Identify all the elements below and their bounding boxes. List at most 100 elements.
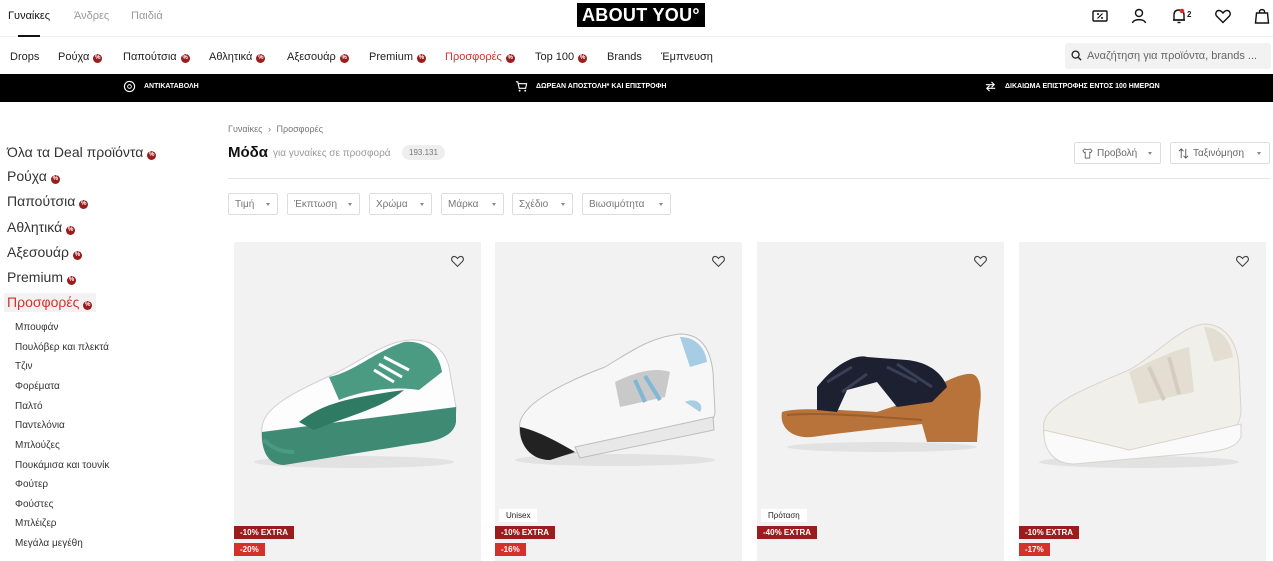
filter-brand[interactable]: Μάρκα xyxy=(441,193,504,215)
platform-sandal-image xyxy=(781,356,981,452)
subcategory-coats[interactable]: Παλτό xyxy=(15,401,43,412)
percent-icon: % xyxy=(147,151,157,160)
cart-icon xyxy=(515,81,528,92)
sidebar-item-accessories[interactable]: Αξεσουάρ% xyxy=(7,244,82,260)
product-card[interactable]: Unisex -10% EXTRA -16% xyxy=(495,242,742,561)
gender-tab-kids[interactable]: Παιδιά xyxy=(131,10,163,22)
subcategory-knitwear[interactable]: Πουλόβερ και πλεκτά xyxy=(15,342,109,353)
search-input[interactable]: Αναζήτηση για προϊόντα, brands ... xyxy=(1065,43,1271,69)
subcategory-sweatshirts[interactable]: Φούτερ xyxy=(15,479,48,490)
discount-icon[interactable] xyxy=(1091,7,1109,25)
sort-label: Ταξινόμηση xyxy=(1193,148,1245,159)
nav-accessories[interactable]: Αξεσουάρ% xyxy=(287,51,349,63)
wishlist-heart-icon[interactable] xyxy=(711,254,726,268)
chevron-down-icon xyxy=(348,203,352,206)
subcategory-plus-size[interactable]: Μεγάλα μεγέθη xyxy=(15,538,83,549)
extra-discount-tag: -40% EXTRA xyxy=(757,526,818,539)
nav-clothes[interactable]: Ρούχα% xyxy=(58,51,103,63)
gender-tab-men[interactable]: Άνδρες xyxy=(74,10,109,22)
sidebar-item-sports[interactable]: Αθλητικά% xyxy=(7,219,76,235)
nav-premium-label: Premium xyxy=(369,51,414,63)
extra-discount-tag: -10% EXTRA xyxy=(495,526,556,539)
discount-tag: -17% xyxy=(1019,543,1050,556)
cream-chunky-sneaker-image xyxy=(1039,323,1242,468)
product-card[interactable]: -10% EXTRA -20% xyxy=(234,242,481,561)
about-you-logo[interactable]: ABOUT YOU° xyxy=(577,3,705,27)
bag-icon[interactable] xyxy=(1253,7,1271,25)
percent-icon: % xyxy=(93,54,103,63)
sidebar-item-label: Αθλητικά xyxy=(7,219,63,235)
banner-cod: ΑΝΤΙΚΑΤΑΒΟΛΗ xyxy=(123,80,199,93)
filter-pattern[interactable]: Σχέδιο xyxy=(512,193,573,215)
green-white-sneaker-image xyxy=(254,339,457,468)
extra-discount-tag: -10% EXTRA xyxy=(234,526,295,539)
sidebar-item-offers[interactable]: Προσφορές% xyxy=(4,293,97,312)
nav-accessories-label: Αξεσουάρ xyxy=(287,51,336,63)
chevron-down-icon xyxy=(1257,152,1261,155)
nav-top100[interactable]: Top 100% xyxy=(535,51,588,63)
product-card[interactable]: Πρόταση -40% EXTRA xyxy=(757,242,1004,561)
banner-returns: ΔΙΚΑΙΩΜΑ ΕΠΙΣΤΡΟΦΗΣ ΕΝΤΟΣ 100 ΗΜΕΡΩΝ xyxy=(985,81,1160,92)
sidebar-item-clothes[interactable]: Ρούχα% xyxy=(7,168,60,184)
cash-icon xyxy=(123,80,136,93)
silver-running-sneaker-image xyxy=(515,333,716,466)
discount-tag: -16% xyxy=(495,543,526,556)
subcategory-trousers[interactable]: Παντελόνια xyxy=(15,420,65,431)
banner-free-shipping-text: ΔΩΡΕΑΝ ΑΠΟΣΤΟΛΗ* ΚΑΙ ΕΠΙΣΤΡΟΦΗ xyxy=(536,83,667,90)
percent-icon: % xyxy=(578,54,588,63)
nav-offers[interactable]: Προσφορές% xyxy=(445,51,515,63)
user-icon[interactable] xyxy=(1130,7,1148,25)
wishlist-heart-icon[interactable] xyxy=(450,254,465,268)
nav-shoes[interactable]: Παπούτσια% xyxy=(123,51,190,63)
wishlist-heart-icon[interactable] xyxy=(1235,254,1250,268)
subcategory-jeans[interactable]: Τζιν xyxy=(15,361,33,372)
subcategory-blazers[interactable]: Μπλέιζερ xyxy=(15,518,56,529)
filter-label: Τιμή xyxy=(235,199,255,210)
subcategory-skirts[interactable]: Φούστες xyxy=(15,499,53,510)
subcategory-shirts[interactable]: Πουκάμισα και τουνίκ xyxy=(15,460,109,471)
nav-sports-label: Αθλητικά xyxy=(209,51,253,63)
percent-icon: % xyxy=(79,200,89,209)
subcategory-jackets[interactable]: Μπουφάν xyxy=(15,322,58,333)
nav-inspiration[interactable]: Έμπνευση xyxy=(661,51,713,63)
breadcrumb-home[interactable]: Γυναίκες xyxy=(228,124,262,134)
nav-top100-label: Top 100 xyxy=(535,51,575,63)
breadcrumb: Γυναίκες › Προσφορές xyxy=(228,124,323,134)
search-placeholder: Αναζήτηση για προϊόντα, brands ... xyxy=(1087,50,1258,62)
sidebar-item-label: Premium xyxy=(7,269,64,285)
nav-drops[interactable]: Drops xyxy=(10,51,39,63)
heart-icon[interactable] xyxy=(1214,7,1232,25)
chevron-down-icon xyxy=(266,203,270,206)
nav-clothes-label: Ρούχα xyxy=(58,51,90,63)
sort-button[interactable]: Ταξινόμηση xyxy=(1170,142,1270,164)
nav-premium[interactable]: Premium% xyxy=(369,51,427,63)
banner-free-shipping: ΔΩΡΕΑΝ ΑΠΟΣΤΟΛΗ* ΚΑΙ ΕΠΙΣΤΡΟΦΗ xyxy=(515,81,667,92)
sidebar-item-premium[interactable]: Premium% xyxy=(7,269,77,285)
nav-sports[interactable]: Αθλητικά% xyxy=(209,51,266,63)
sidebar-item-label: Όλα τα Deal προϊόντα xyxy=(7,144,144,160)
percent-icon: % xyxy=(73,251,82,260)
sidebar-item-label: Ρούχα xyxy=(7,168,47,184)
sidebar-item-label: Προσφορές xyxy=(7,294,80,310)
gender-tab-women[interactable]: Γυναίκες xyxy=(8,10,50,37)
page-subtitle: για γυναίκες σε προσφορά xyxy=(273,148,391,159)
filter-label: Χρώμα xyxy=(376,199,408,210)
sidebar-item-all-deals[interactable]: Όλα τα Deal προϊόντα% xyxy=(7,144,157,160)
bell-icon[interactable] xyxy=(1170,7,1188,25)
view-button[interactable]: Προβολή xyxy=(1074,142,1161,164)
subcategory-dresses[interactable]: Φορέματα xyxy=(15,381,60,392)
filter-color[interactable]: Χρώμα xyxy=(369,193,432,215)
percent-icon: % xyxy=(66,226,76,235)
banner-cod-text: ΑΝΤΙΚΑΤΑΒΟΛΗ xyxy=(144,83,199,90)
nav-drops-label: Drops xyxy=(10,51,40,63)
filter-sustainability[interactable]: Βιωσιμότητα xyxy=(582,193,671,215)
filter-price[interactable]: Τιμή xyxy=(228,193,278,215)
nav-brands[interactable]: Brands xyxy=(607,51,642,63)
product-card[interactable]: -10% EXTRA -17% xyxy=(1019,242,1266,561)
subcategory-tops[interactable]: Μπλούζες xyxy=(15,440,60,451)
nav-brands-label: Brands xyxy=(607,51,642,63)
filter-discount[interactable]: Έκπτωση xyxy=(287,193,360,215)
return-arrows-icon xyxy=(985,81,996,92)
wishlist-heart-icon[interactable] xyxy=(973,254,988,268)
sidebar-item-shoes[interactable]: Παπούτσια% xyxy=(7,193,89,209)
